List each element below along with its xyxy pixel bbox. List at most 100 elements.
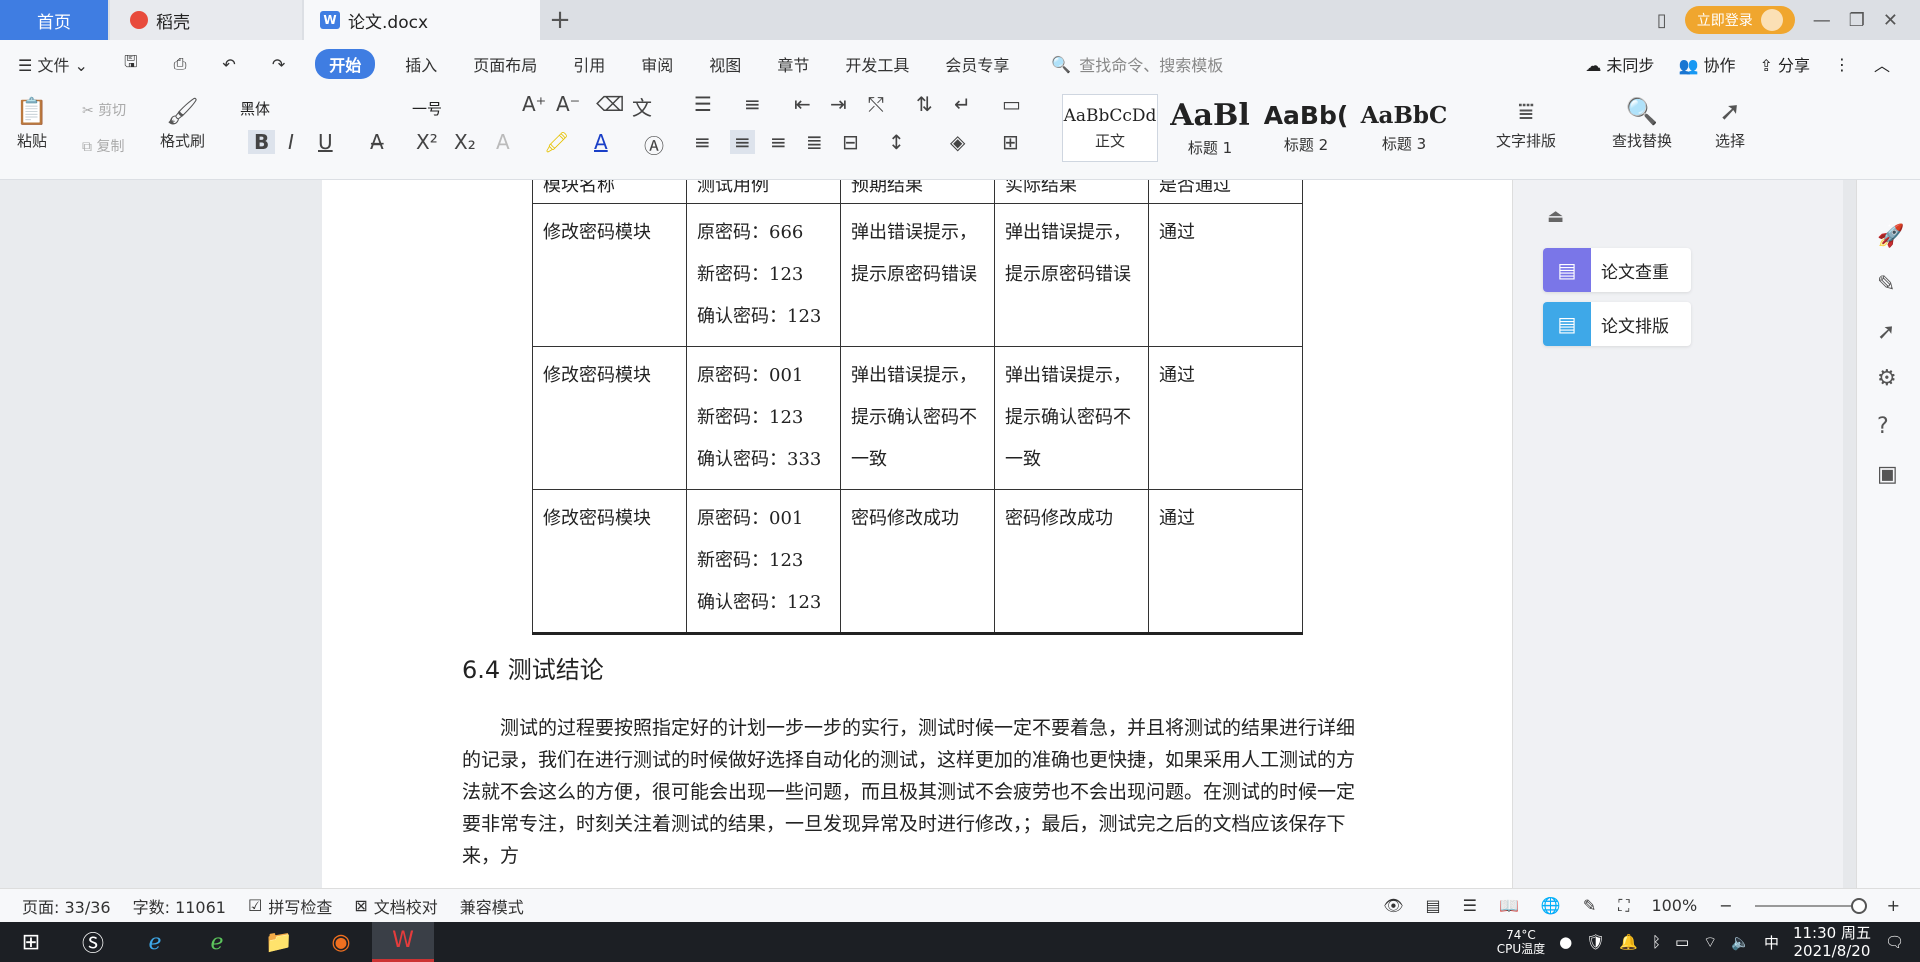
style-heading-1[interactable]: AaBl 标题 1 [1164, 94, 1256, 162]
tab-daoke[interactable]: 稻壳 [110, 0, 302, 40]
web-view-icon[interactable]: 🌐 [1541, 896, 1561, 915]
menu-review[interactable]: 审阅 [623, 52, 691, 76]
eye-protect-icon[interactable]: 👁 [1383, 896, 1403, 915]
page-indicator[interactable]: 页面: 33/36 [22, 894, 111, 918]
menu-section[interactable]: 章节 [759, 52, 827, 76]
tray-bluetooth-icon[interactable]: ᛒ [1652, 933, 1661, 951]
text-effect-icon[interactable]: A [496, 130, 510, 154]
borders-icon[interactable]: ⊞ [1002, 130, 1019, 154]
font-name-select[interactable]: 黑体 [240, 98, 270, 119]
shading-icon[interactable]: ◈ [950, 130, 965, 154]
pointer-icon[interactable]: ➚ [1877, 320, 1895, 345]
wps-taskbar-icon[interactable]: W [372, 922, 434, 962]
menu-developer[interactable]: 开发工具 [827, 52, 927, 76]
style-normal[interactable]: AaBbCcDd 正文 [1062, 94, 1158, 162]
menu-view[interactable]: 视图 [691, 52, 759, 76]
style-heading-2[interactable]: AaBb( 标题 2 [1258, 94, 1354, 162]
paper-check-button[interactable]: ▤ 论文查重 [1543, 248, 1691, 292]
panel-collapse-icon[interactable]: ⏏ [1547, 206, 1564, 227]
show-marks-icon[interactable]: ↵ [954, 92, 971, 116]
zoom-slider[interactable] [1754, 897, 1867, 914]
char-border-icon[interactable]: Ⓐ [644, 130, 664, 159]
page-view-icon[interactable]: ▤ [1426, 896, 1441, 915]
browser-360-icon[interactable]: ℯ [186, 922, 248, 962]
decrease-indent-icon[interactable]: ⇤ [794, 92, 811, 116]
ie-browser-icon[interactable]: ℯ [124, 922, 186, 962]
minimize-icon[interactable]: — [1813, 10, 1831, 31]
highlight-icon[interactable]: 🖍 [544, 130, 569, 154]
tray-shield-icon[interactable]: 🛡 [1586, 933, 1605, 951]
redo-icon[interactable]: ↷ [254, 55, 303, 74]
tab-home[interactable]: 首页 [0, 0, 108, 40]
read-view-icon[interactable]: 📖 [1499, 896, 1519, 915]
menu-start[interactable]: 开始 [315, 49, 376, 79]
windows-start-icon[interactable]: ⊞ [0, 922, 62, 962]
find-replace-button[interactable]: 🔍 查找替换 [1612, 94, 1672, 151]
spell-check-button[interactable]: ☑ 拼写检查 [248, 894, 332, 918]
command-search[interactable]: 🔍 查找命令、搜索模板 [1051, 52, 1223, 76]
menu-insert[interactable]: 插入 [387, 52, 455, 76]
format-painter-button[interactable]: 🖌 格式刷 [160, 94, 205, 151]
collapse-ribbon-icon[interactable]: ︿ [1874, 52, 1890, 76]
select-button[interactable]: ➚ 选择 [1712, 94, 1748, 151]
paper-layout-button[interactable]: ▤ 论文排版 [1543, 302, 1691, 346]
zoom-in-button[interactable]: + [1887, 896, 1900, 915]
close-icon[interactable]: ✕ [1883, 10, 1898, 31]
menu-member[interactable]: 会员专享 [927, 52, 1027, 76]
superscript-button[interactable]: X² [416, 130, 438, 154]
vertical-scrollbar[interactable] [1843, 180, 1857, 888]
write-view-icon[interactable]: ✎ [1583, 896, 1596, 915]
increase-indent-icon[interactable]: ⇥ [830, 92, 847, 116]
rocket-icon[interactable]: 🚀 [1877, 224, 1904, 249]
chinese-layout-icon[interactable]: ⤲ [868, 92, 884, 116]
tray-app-icon[interactable]: ● [1559, 933, 1572, 951]
tray-volume-icon[interactable]: 🔈 [1731, 933, 1750, 951]
menu-references[interactable]: 引用 [555, 52, 623, 76]
zoom-level[interactable]: 100% [1651, 896, 1697, 915]
tray-wifi-icon[interactable]: ⌔ [1703, 933, 1717, 952]
more-icon[interactable]: ⋮ [1834, 55, 1850, 74]
numbered-list-icon[interactable]: ≡ [744, 92, 761, 116]
document-page[interactable]: 模块名称 测试用例 预期结果 实际结果 是否通过 修改密码模块 原密码：666 新密码：12… [322, 180, 1512, 888]
tray-battery-icon[interactable]: ▭ [1675, 933, 1689, 951]
app-360-icon[interactable]: Ⓢ [62, 922, 124, 962]
justify-icon[interactable]: ≣ [806, 130, 823, 154]
grow-font-icon[interactable]: A⁺ [522, 92, 546, 116]
share-button[interactable]: ⇪ 分享 [1759, 52, 1810, 76]
align-left-icon[interactable]: ≡ [694, 130, 711, 154]
file-menu[interactable]: ☰ 文件 ⌄ [0, 52, 106, 76]
copy-button[interactable]: ⧉ 复制 [82, 136, 124, 156]
cpu-temp-widget[interactable]: 74°C CPU温度 [1497, 928, 1545, 956]
shrink-font-icon[interactable]: A⁻ [556, 92, 580, 116]
clear-format-icon[interactable]: ⌫ [596, 92, 624, 116]
sliders-icon[interactable]: ⚙ [1877, 366, 1897, 391]
restore-icon[interactable]: ❐ [1849, 10, 1865, 31]
paste-button[interactable]: 📋 粘贴 [14, 94, 50, 151]
pen-icon[interactable]: ✎ [1877, 272, 1895, 297]
file-explorer-icon[interactable]: 📁 [248, 922, 310, 962]
align-right-icon[interactable]: ≡ [770, 130, 787, 154]
underline-button[interactable]: U [318, 130, 333, 154]
distribute-icon[interactable]: ⊟ [842, 130, 859, 154]
cut-button[interactable]: ✂ 剪切 [82, 100, 126, 120]
font-size-select[interactable]: 一号 [412, 98, 442, 119]
undo-icon[interactable]: ↶ [204, 55, 253, 74]
login-button[interactable]: 立即登录 [1684, 6, 1795, 34]
save-icon[interactable]: 🖫 [106, 51, 156, 78]
outline-view-icon[interactable]: ☰ [1463, 896, 1477, 915]
bold-button[interactable]: B [248, 130, 276, 154]
print-icon[interactable]: ⎙ [156, 54, 205, 74]
line-spacing-icon[interactable]: ↕ [888, 130, 905, 154]
align-center-icon[interactable]: ≡ [730, 130, 755, 154]
proofread-button[interactable]: ⊠ 文档校对 [354, 894, 437, 918]
tab-document[interactable]: W 论文.docx [304, 0, 540, 40]
italic-button[interactable]: I [288, 130, 294, 154]
word-count[interactable]: 字数: 11061 [133, 894, 226, 918]
image-edit-icon[interactable]: ▣ [1877, 462, 1898, 487]
font-color-icon[interactable]: A [594, 130, 608, 154]
help-icon[interactable]: ? [1877, 414, 1889, 439]
menu-page-layout[interactable]: 页面布局 [455, 52, 555, 76]
ime-indicator[interactable]: 中 [1764, 932, 1779, 953]
ruler-icon[interactable]: ▭ [1002, 92, 1021, 116]
subscript-button[interactable]: X₂ [454, 130, 476, 154]
